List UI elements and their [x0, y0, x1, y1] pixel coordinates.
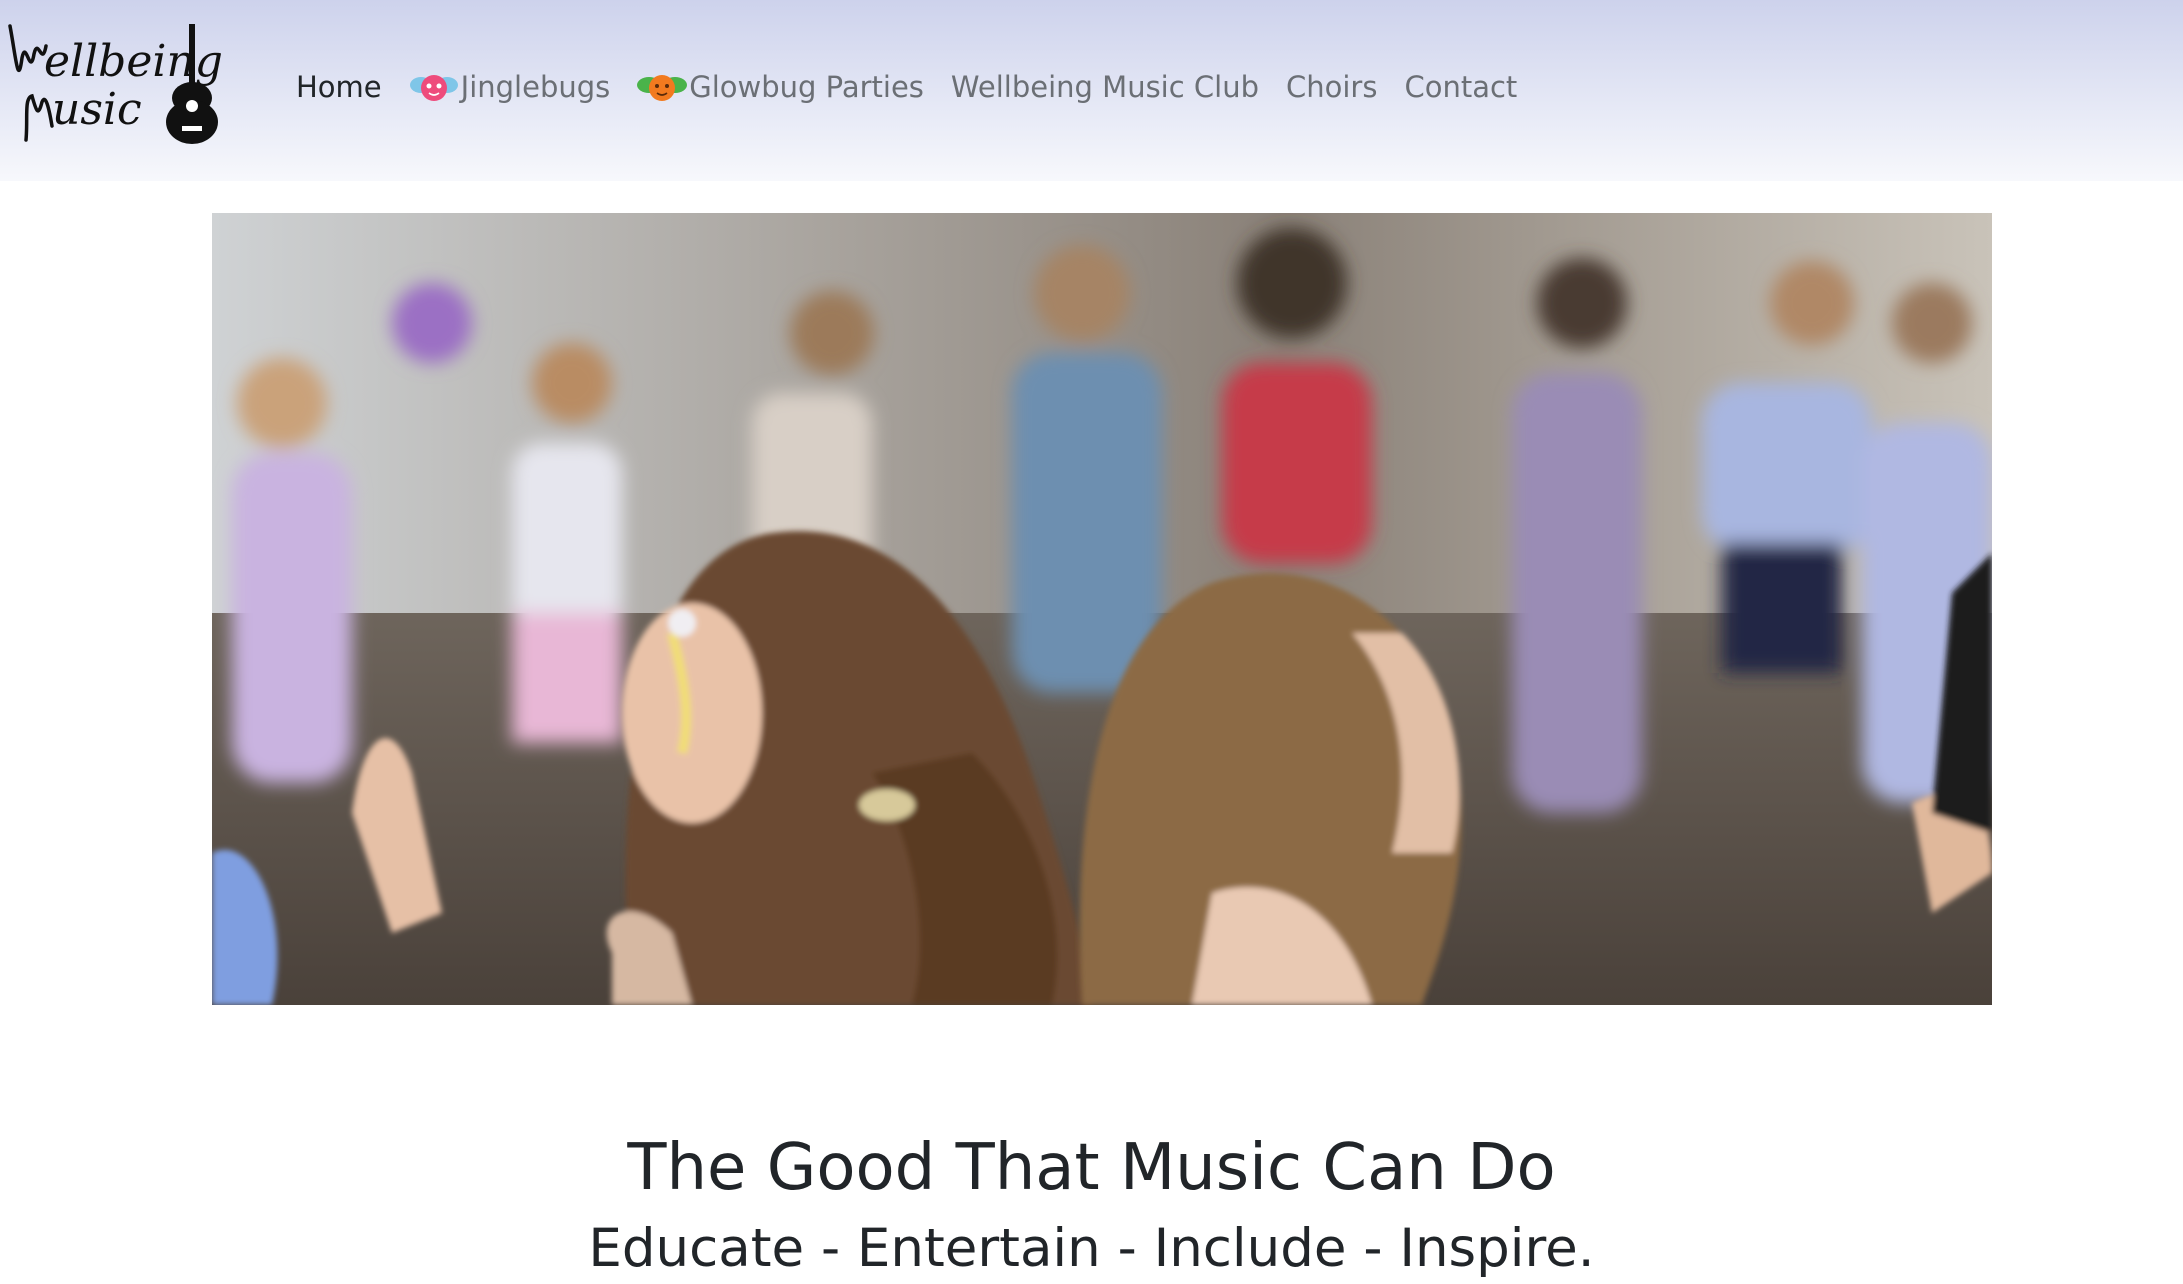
hero-image [212, 213, 1992, 1005]
svg-text:ellbeing: ellbeing [44, 36, 223, 87]
nav-choirs[interactable]: Choirs [1286, 70, 1377, 104]
nav-contact[interactable]: Contact [1404, 70, 1517, 104]
page-tagline: Educate - Entertain - Include - Inspire. [588, 1217, 1595, 1279]
main-nav: Home Jinglebugs Glowbug Parties Wellbein… [296, 64, 1544, 110]
brand-logo[interactable]: ellbeing usic [6, 18, 251, 148]
pink-bug-icon [409, 70, 459, 104]
nav-wellbeing-music-club[interactable]: Wellbeing Music Club [951, 70, 1259, 104]
nav-home-label: Home [296, 70, 382, 104]
svg-text:usic: usic [52, 84, 142, 135]
nav-glowbug-parties[interactable]: Glowbug Parties [637, 70, 924, 104]
nav-choirs-label: Choirs [1286, 70, 1378, 104]
nav-wellbeing-music-club-label: Wellbeing Music Club [950, 70, 1259, 104]
nav-home[interactable]: Home [296, 70, 382, 104]
nav-jinglebugs[interactable]: Jinglebugs [409, 70, 611, 104]
children-dancing-photo [212, 213, 1992, 1005]
nav-glowbug-parties-label: Glowbug Parties [689, 70, 924, 104]
wellbeing-music-logo: ellbeing usic [8, 24, 223, 144]
top-navbar: ellbeing usic Home Jinglebugs Glowbug Pa… [0, 0, 2183, 181]
nav-contact-label: Contact [1404, 70, 1518, 104]
orange-bug-icon [637, 70, 688, 104]
nav-jinglebugs-label: Jinglebugs [460, 70, 611, 104]
page-headline: The Good That Music Can Do [627, 1130, 1556, 1205]
